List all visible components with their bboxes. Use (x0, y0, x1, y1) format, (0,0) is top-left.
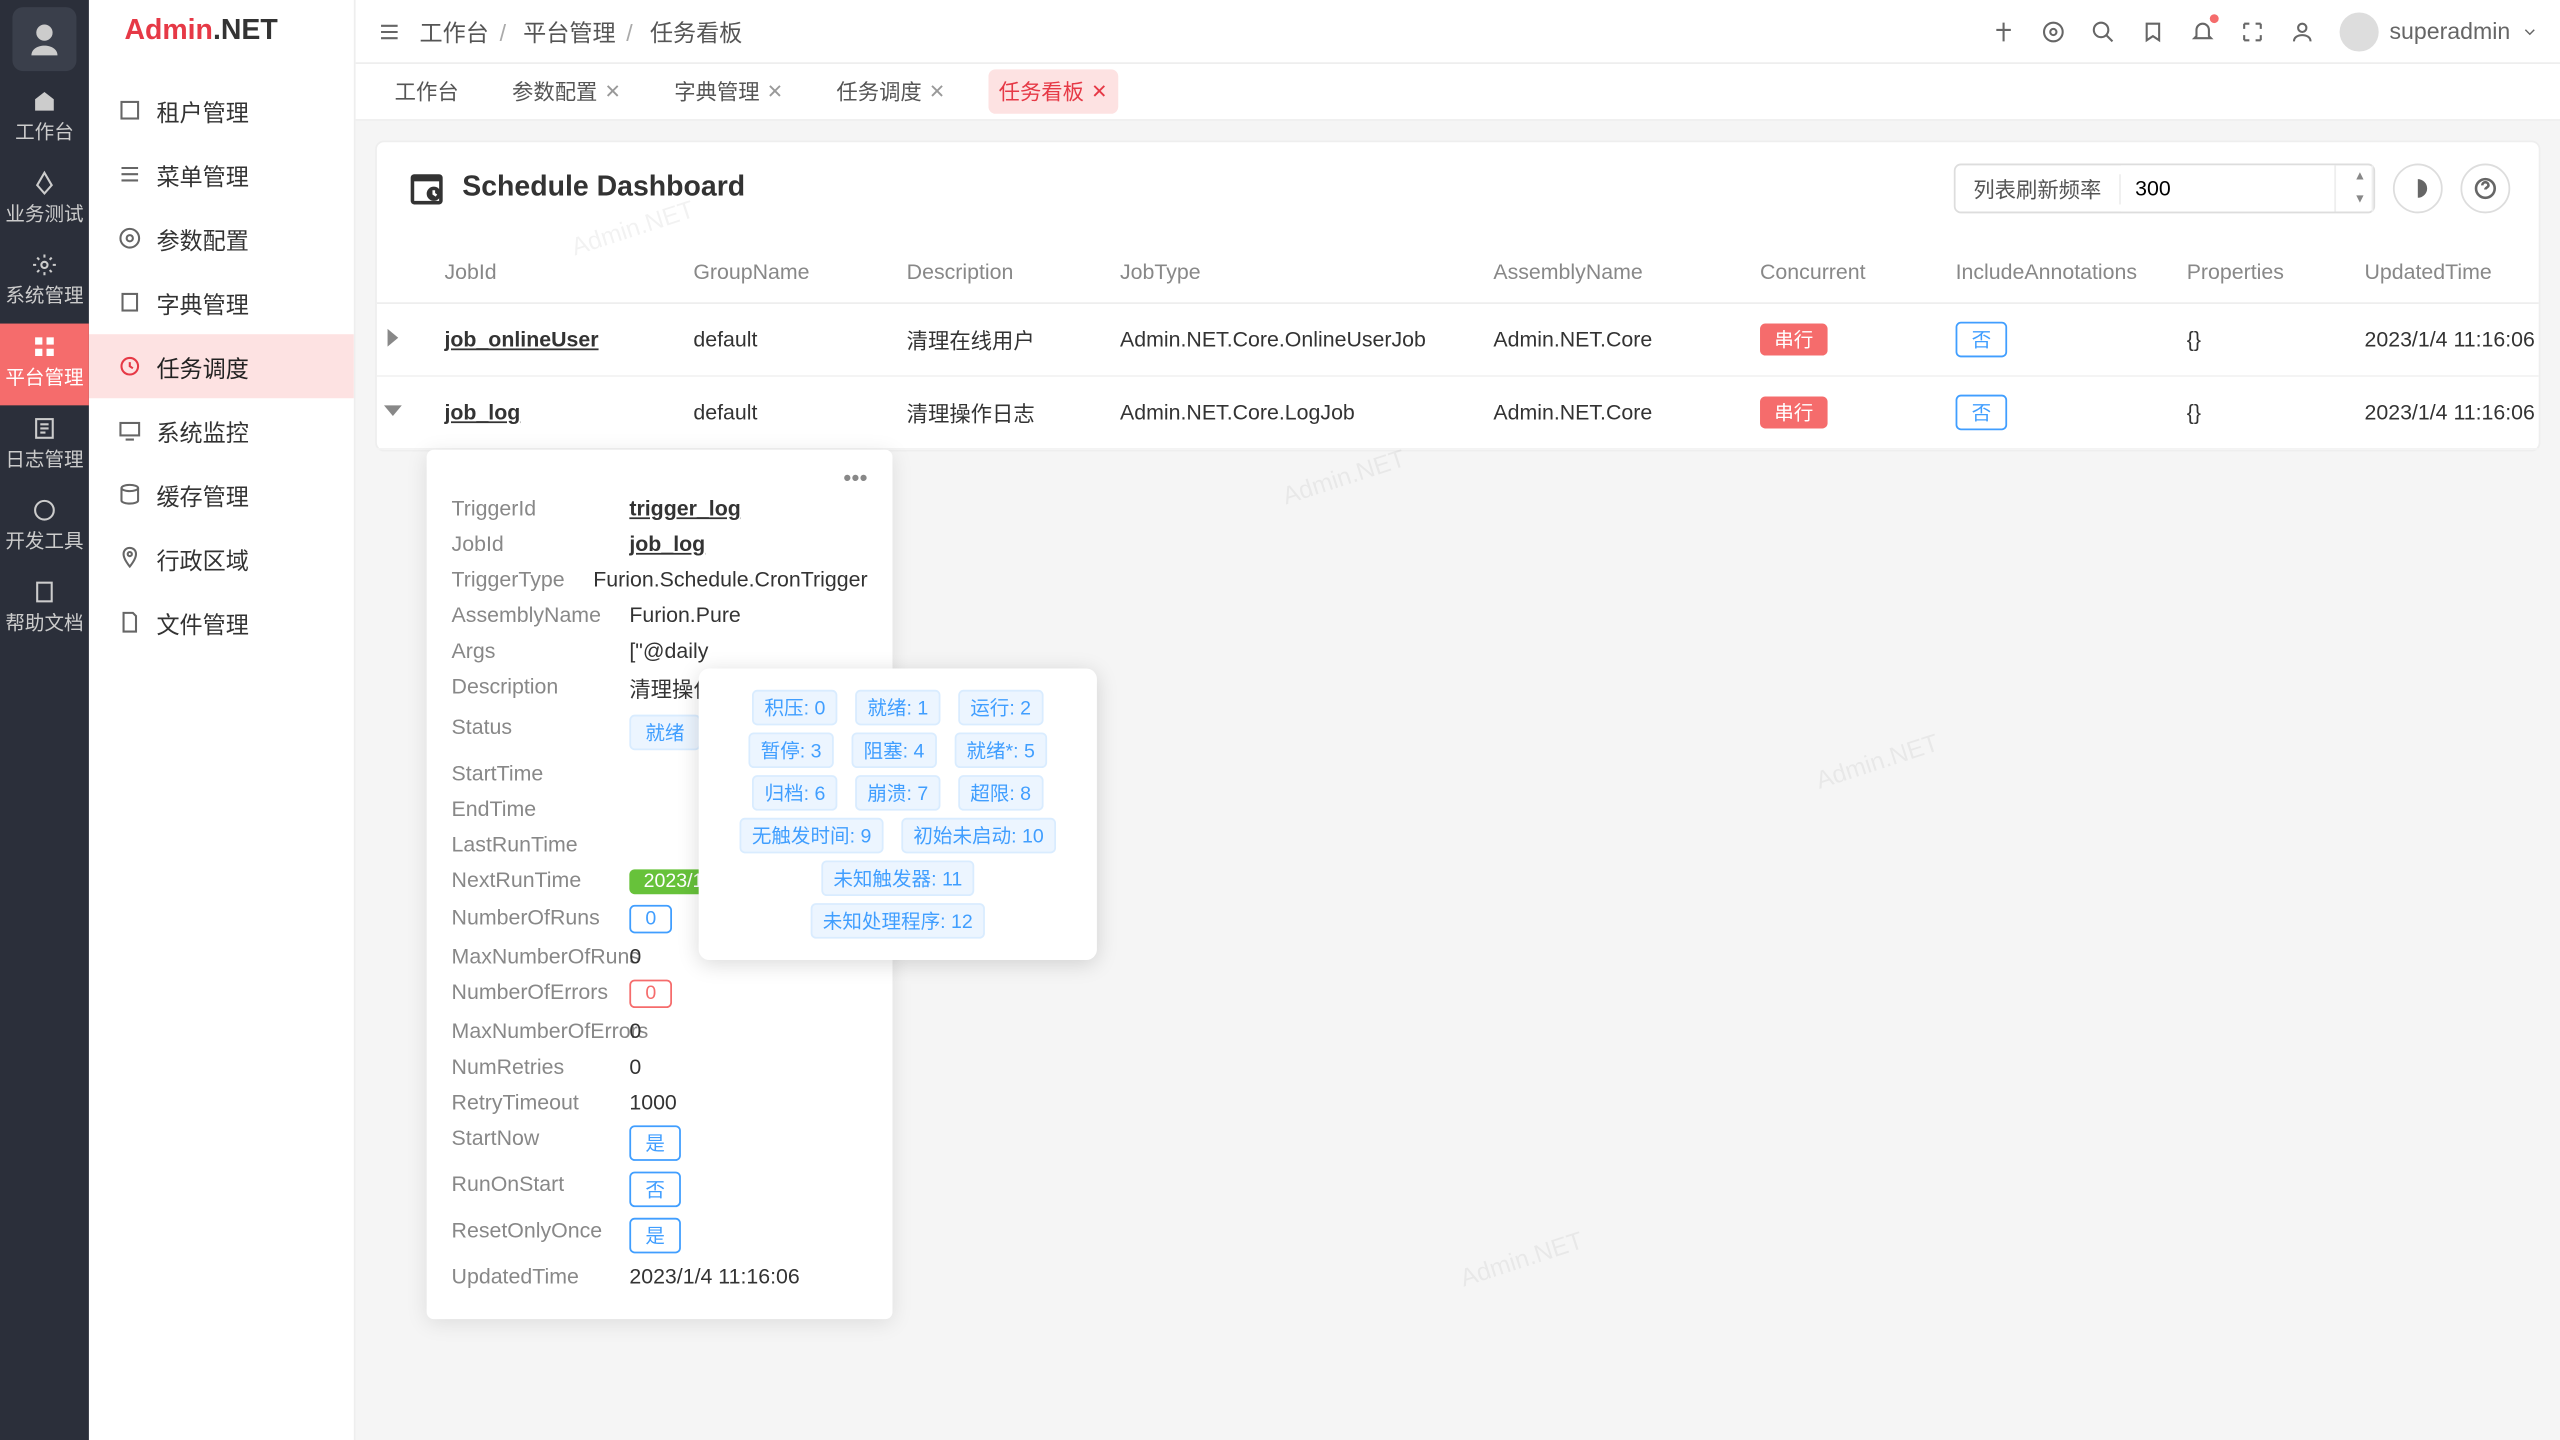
sidebar: Admin.NET 租户管理 菜单管理 参数配置 字典管理 任务调度 系统监控 … (89, 0, 356, 1440)
sidebar-item-tenant[interactable]: 租户管理 (89, 78, 354, 142)
tab-dict[interactable]: 字典管理✕ (664, 69, 794, 113)
close-icon[interactable]: ✕ (767, 80, 783, 103)
theme-toggle-icon[interactable] (2393, 164, 2443, 214)
sidebar-item-cache[interactable]: 缓存管理 (89, 462, 354, 526)
app-logo (12, 7, 76, 71)
include-tag: 否 (1956, 322, 2008, 358)
nav-help[interactable]: 帮助文档 (0, 569, 89, 651)
sidebar-item-dict[interactable]: 字典管理 (89, 270, 354, 334)
sidebar-item-region[interactable]: 行政区域 (89, 526, 354, 590)
jobid-link[interactable]: job_log (444, 400, 693, 425)
expand-toggle[interactable] (388, 327, 445, 352)
tab-params[interactable]: 参数配置✕ (501, 69, 631, 113)
sidebar-item-menu[interactable]: 菜单管理 (89, 142, 354, 206)
fullscreen-icon[interactable] (2240, 17, 2265, 45)
avatar (2340, 12, 2379, 51)
breadcrumb: 工作台/ 平台管理/ 任务看板 (420, 14, 743, 48)
detail-more[interactable]: ••• (452, 464, 868, 491)
search-icon[interactable] (2091, 17, 2116, 45)
header-icon-1[interactable] (1991, 17, 2016, 45)
tabs: 工作台 参数配置✕ 字典管理✕ 任务调度✕ 任务看板✕ (356, 64, 2560, 121)
header-icon-4[interactable] (2141, 17, 2166, 45)
sidebar-item-file[interactable]: 文件管理 (89, 590, 354, 654)
sidebar-item-params[interactable]: 参数配置 (89, 206, 354, 270)
menu-toggle-icon[interactable] (377, 17, 402, 45)
table-row: job_log default 清理操作日志 Admin.NET.Core.Lo… (377, 377, 2539, 450)
nav-logs[interactable]: 日志管理 (0, 405, 89, 487)
concurrent-tag: 串行 (1760, 396, 1828, 428)
user-dropdown[interactable]: superadmin (2340, 12, 2539, 51)
nav-devtools[interactable]: 开发工具 (0, 487, 89, 569)
tab-workbench[interactable]: 工作台 (384, 69, 469, 113)
concurrent-tag: 串行 (1760, 324, 1828, 356)
page-title: Schedule Dashboard (405, 167, 745, 210)
expand-toggle[interactable] (388, 400, 445, 425)
include-tag: 否 (1956, 395, 2008, 431)
nav-biztest[interactable]: 业务测试 (0, 160, 89, 242)
refresh-value[interactable] (2121, 165, 2334, 211)
status-legend-popover: 积压: 0 就绪: 1 运行: 2 暂停: 3 阻塞: 4 就绪*: 5 归档:… (699, 668, 1097, 960)
header: 工作台/ 平台管理/ 任务看板 superadmin (356, 0, 2560, 64)
table-row: job_onlineUser default 清理在线用户 Admin.NET.… (377, 304, 2539, 377)
help-icon[interactable] (2460, 164, 2510, 214)
nav-workbench[interactable]: 工作台 (0, 78, 89, 160)
status-tag: 就绪 (629, 715, 700, 751)
calendar-icon (405, 167, 448, 210)
chevron-down-icon (2521, 22, 2539, 40)
refresh-rate-input[interactable]: 列表刷新频率 ▲▼ (1954, 164, 2375, 214)
sidebar-item-schedule[interactable]: 任务调度 (89, 334, 354, 398)
brand: Admin.NET (89, 0, 354, 64)
bell-icon[interactable] (2190, 17, 2215, 45)
user-icon[interactable] (2290, 17, 2315, 45)
close-icon[interactable]: ✕ (929, 80, 945, 103)
tab-dashboard[interactable]: 任务看板✕ (988, 69, 1118, 113)
primary-nav: 工作台 业务测试 系统管理 平台管理 日志管理 开发工具 帮助文档 (0, 0, 89, 1440)
nav-platform[interactable]: 平台管理 (0, 324, 89, 406)
tab-schedule[interactable]: 任务调度✕ (826, 69, 956, 113)
content: Schedule Dashboard 列表刷新频率 ▲▼ JobId Group… (356, 121, 2560, 1440)
nav-system[interactable]: 系统管理 (0, 242, 89, 324)
table-header: JobId GroupName Description JobType Asse… (377, 242, 2539, 304)
job-table: JobId GroupName Description JobType Asse… (377, 242, 2539, 450)
close-icon[interactable]: ✕ (605, 80, 621, 103)
close-icon[interactable]: ✕ (1091, 80, 1107, 103)
sidebar-item-monitor[interactable]: 系统监控 (89, 398, 354, 462)
jobid-link[interactable]: job_onlineUser (444, 327, 693, 352)
header-icon-2[interactable] (2041, 17, 2066, 45)
